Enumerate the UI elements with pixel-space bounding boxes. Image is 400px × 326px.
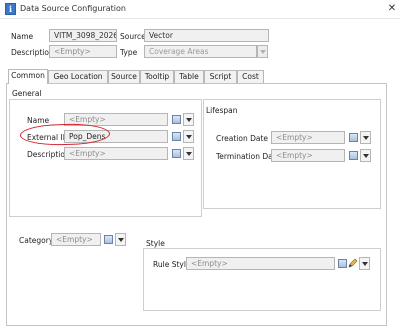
termination-date-field[interactable]: <Empty> <box>271 149 345 162</box>
rule-style-picker-icon[interactable] <box>338 259 347 268</box>
tab-geo-location[interactable]: Geo Location <box>48 70 108 83</box>
tab-tooltip[interactable]: Tooltip <box>140 70 174 83</box>
pencil-edit-icon[interactable] <box>348 258 358 268</box>
app-info-icon: i <box>5 3 16 15</box>
name-picker-icon[interactable] <box>172 115 181 124</box>
name-field[interactable]: VITM_3098_2026 <box>49 29 117 42</box>
tab-source[interactable]: Source <box>108 70 140 83</box>
tab-script[interactable]: Script <box>204 70 237 83</box>
category-field[interactable]: <Empty> <box>51 233 101 246</box>
general-description-field[interactable]: <Empty> <box>64 147 168 160</box>
window-title: Data Source Configuration <box>20 4 126 13</box>
type-select[interactable]: Coverage Areas <box>144 45 257 58</box>
external-id-dropdown-arrow-icon[interactable] <box>183 130 194 143</box>
tab-cost[interactable]: Cost <box>237 70 264 83</box>
lifespan-section-label: Lifespan <box>206 106 238 115</box>
type-dropdown-arrow-icon[interactable] <box>257 45 268 58</box>
name-dropdown-arrow-icon[interactable] <box>183 113 194 126</box>
type-label: Type <box>120 48 138 57</box>
creation-date-field[interactable]: <Empty> <box>271 131 345 144</box>
general-section-label: General <box>12 89 42 98</box>
close-button[interactable]: ✕ <box>386 3 398 15</box>
tab-table[interactable]: Table <box>174 70 204 83</box>
termination-date-picker-icon[interactable] <box>349 151 358 160</box>
category-label: Category <box>19 236 54 245</box>
category-picker-icon[interactable] <box>104 235 113 244</box>
tab-common[interactable]: Common <box>8 69 48 84</box>
creation-date-label: Creation Date <box>216 134 269 143</box>
general-name-label: Name <box>27 116 50 125</box>
description-label: Description <box>11 48 54 57</box>
category-dropdown-arrow-icon[interactable] <box>115 233 126 246</box>
creation-date-dropdown-arrow-icon[interactable] <box>360 131 371 144</box>
description-picker-icon[interactable] <box>172 149 181 158</box>
termination-date-dropdown-arrow-icon[interactable] <box>360 149 371 162</box>
rule-style-dropdown-arrow-icon[interactable] <box>359 257 370 270</box>
source-label: Source <box>120 32 146 41</box>
name-label: Name <box>11 32 34 41</box>
style-section-label: Style <box>146 239 165 248</box>
rule-style-field[interactable]: <Empty> <box>186 257 335 270</box>
description-field[interactable]: <Empty> <box>49 45 117 58</box>
rule-style-label: Rule Style <box>153 260 191 269</box>
description-dropdown-arrow-icon[interactable] <box>183 147 194 160</box>
creation-date-picker-icon[interactable] <box>349 133 358 142</box>
source-field[interactable]: Vector <box>144 29 269 42</box>
external-id-picker-icon[interactable] <box>172 132 181 141</box>
